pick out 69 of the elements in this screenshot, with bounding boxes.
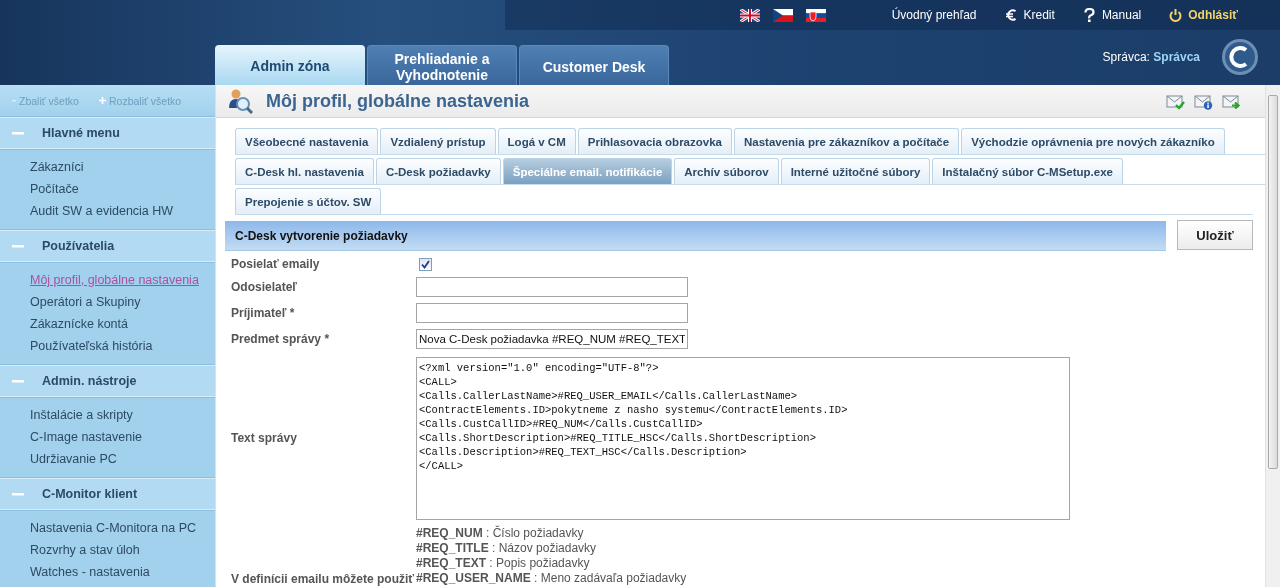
section-header[interactable]: Admin. nástroje (0, 365, 215, 397)
menu-item[interactable]: Nastavenia C-Monitora na PC (30, 517, 215, 539)
placeholder-description: #REQ_USER_NAME : Meno zadávaľa požiadavky (416, 571, 688, 586)
logo-icon (1221, 38, 1259, 76)
menu-item[interactable]: Inštalácie a skripty (30, 404, 215, 426)
menu-item[interactable]: Audit SW a evidencia HW (30, 200, 215, 222)
menu-item[interactable]: C-Image nastavenie (30, 426, 215, 448)
menu-item[interactable]: Watches - nastavenia (30, 561, 215, 583)
main-tab[interactable]: Customer Desk (519, 45, 669, 85)
section-title: C-Monitor klient (42, 487, 138, 501)
menu-item[interactable]: Používateľská história (30, 335, 215, 357)
euro-icon (1004, 8, 1018, 22)
menu-item[interactable]: Udržiavanie PC (30, 448, 215, 470)
main-tab[interactable]: Admin zóna (215, 45, 365, 85)
checkbox[interactable] (419, 257, 432, 271)
nav-link[interactable]: Úvodný prehľad (891, 8, 977, 22)
scrollbar-thumb[interactable] (1268, 95, 1278, 469)
section-title: Používatelia (42, 239, 115, 253)
english-flag-icon[interactable] (739, 8, 760, 22)
message-field[interactable]: <?xml version="1.0" encoding="UTF-8"?> <CALL> <Calls.CallerLastName>#REQ_USER_EMAIL</Calls.CallerLastName> <ContractElements.ID>pokytneme z nasho systemu</ContractElements.ID> <Calls.CustCallID>#REQ_NUM</Calls.CustCallID> <Calls.ShortDescription>#REQ_TITLE_HSC</Calls.ShortDescription> <Calls.Description>#REQ_TEXT_HSC</Calls.Description> </CALL> (416, 357, 1070, 520)
input-field[interactable] (416, 303, 688, 323)
envelope-info-icon[interactable] (1194, 92, 1213, 110)
nav-link[interactable]: Odhlásiť (1188, 8, 1238, 22)
power-icon (1169, 8, 1183, 22)
input-field[interactable] (416, 277, 688, 297)
main-tab[interactable]: Prehliadanie a Vyhodnotenie (367, 45, 517, 85)
save-button[interactable]: Uložiť (1177, 220, 1253, 250)
field-label: Predmet správy * (231, 332, 331, 346)
field-label: Posielať emaily (231, 257, 321, 271)
settings-tab[interactable]: Logá v CM (497, 128, 576, 154)
section-header: C-Desk vytvorenie požiadavky (225, 221, 1166, 251)
settings-tab[interactable]: Archív súborov (674, 158, 779, 184)
menu-item[interactable]: Počítače (30, 178, 215, 200)
section-title: Hlavné menu (42, 126, 120, 140)
slovak-flag-icon[interactable] (805, 8, 826, 22)
settings-tab[interactable]: Nastavenia pre zákazníkov a počítače (733, 128, 960, 154)
section-header[interactable]: C-Monitor klient (0, 478, 215, 510)
envelope-check-icon[interactable] (1166, 92, 1185, 110)
settings-tab[interactable]: Vzdialený prístup (380, 128, 496, 154)
settings-tab[interactable]: Interné užitočné súbory (780, 158, 931, 184)
field-label: Príjimateľ * (231, 306, 296, 320)
menu-item[interactable]: Zákazníci (30, 156, 215, 178)
settings-tab[interactable]: Inštalačný súbor C-MSetup.exe (932, 158, 1123, 184)
placeholder-description: #REQ_TEXT : Popis požiadavky (416, 556, 591, 571)
question-mark-icon (1082, 8, 1096, 22)
settings-tab[interactable]: C-Desk požiadavky (375, 158, 501, 184)
plus-icon (98, 97, 106, 104)
user-label: Správca: Správca (1102, 50, 1200, 64)
menu-item[interactable]: Operátori a Skupiny (30, 291, 215, 313)
settings-tab[interactable]: Východzie oprávnenia pre nových zákazníko (961, 128, 1225, 154)
user-search-icon (228, 88, 254, 114)
section-header[interactable]: Používatelia (0, 230, 215, 262)
menu-item[interactable]: Rozvrhy a stav úloh (30, 539, 215, 561)
section-title: Admin. nástroje (42, 374, 137, 388)
field-label: Text správy (231, 430, 298, 445)
settings-tab[interactable]: Všeobecné nastavenia (235, 128, 379, 154)
field-label: Odosielateľ (231, 280, 298, 294)
field-label: V definícii emailu môžete použiť (231, 572, 416, 586)
settings-tab[interactable]: C-Desk hl. nastavenia (235, 158, 374, 184)
placeholder-description: #REQ_NUM : Číslo požiadavky (416, 526, 585, 541)
settings-tab[interactable]: Prepojenie s účtov. SW (235, 188, 382, 214)
menu-item[interactable]: Zákaznícke kontá (30, 313, 215, 335)
page-title: Môj profil, globálne nastavenia (266, 90, 531, 112)
section-header[interactable]: Hlavné menu (0, 117, 215, 149)
czech-flag-icon[interactable] (772, 8, 793, 22)
nav-link[interactable]: Kredit (1023, 8, 1055, 22)
settings-tab[interactable]: Prihlasovacia obrazovka (577, 128, 732, 154)
placeholder-description: #REQ_TITLE : Názov požiadavky (416, 541, 598, 556)
nav-link[interactable]: Manual (1101, 8, 1142, 22)
